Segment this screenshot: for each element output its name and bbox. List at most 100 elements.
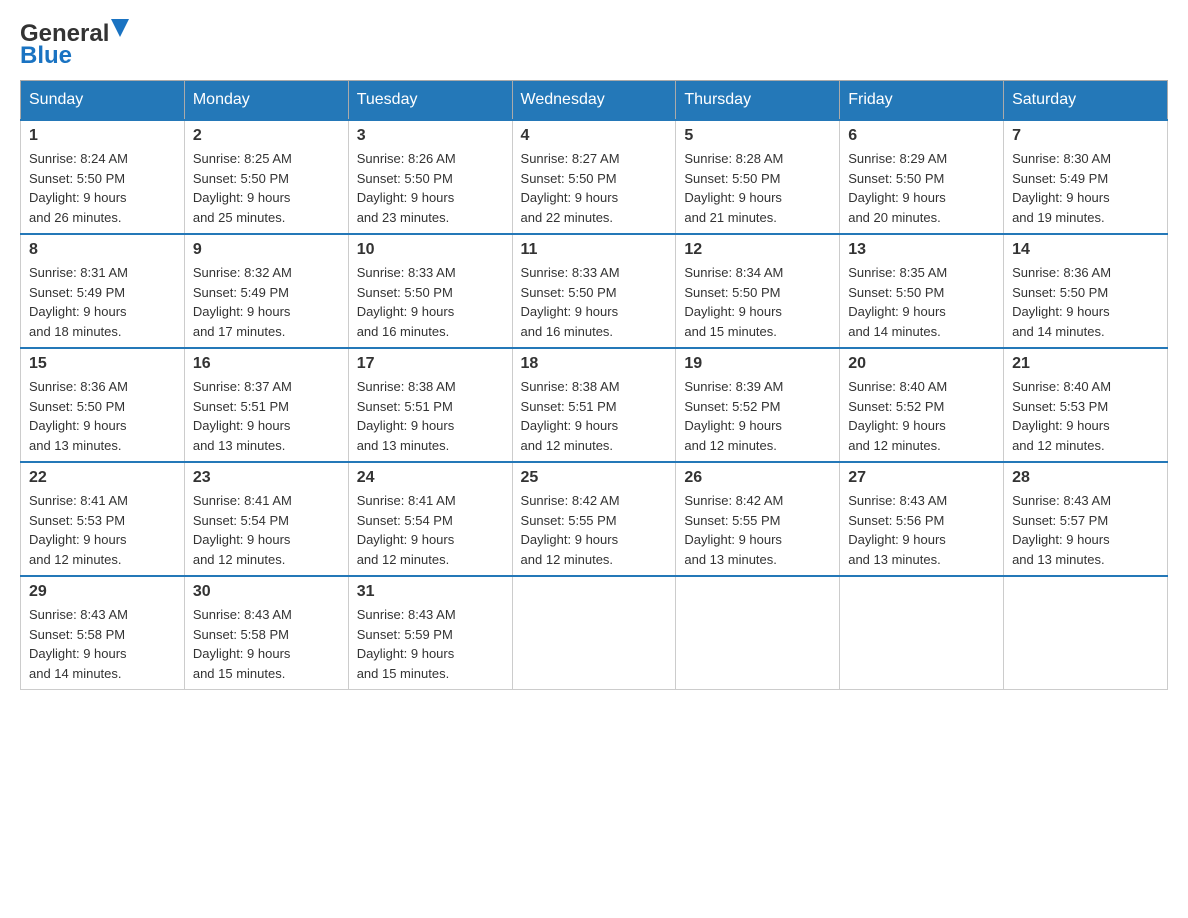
calendar-cell: 31 Sunrise: 8:43 AMSunset: 5:59 PMDaylig…: [348, 576, 512, 690]
day-info: Sunrise: 8:43 AMSunset: 5:58 PMDaylight:…: [193, 605, 340, 683]
day-info: Sunrise: 8:41 AMSunset: 5:54 PMDaylight:…: [357, 491, 504, 569]
header-sunday: Sunday: [21, 81, 185, 121]
day-info: Sunrise: 8:28 AMSunset: 5:50 PMDaylight:…: [684, 149, 831, 227]
day-info: Sunrise: 8:38 AMSunset: 5:51 PMDaylight:…: [357, 377, 504, 455]
day-info: Sunrise: 8:40 AMSunset: 5:52 PMDaylight:…: [848, 377, 995, 455]
calendar-cell: 28 Sunrise: 8:43 AMSunset: 5:57 PMDaylig…: [1004, 462, 1168, 576]
day-number: 19: [684, 355, 831, 373]
calendar-cell: [1004, 576, 1168, 690]
day-info: Sunrise: 8:27 AMSunset: 5:50 PMDaylight:…: [521, 149, 668, 227]
day-info: Sunrise: 8:41 AMSunset: 5:53 PMDaylight:…: [29, 491, 176, 569]
header-wednesday: Wednesday: [512, 81, 676, 121]
day-info: Sunrise: 8:37 AMSunset: 5:51 PMDaylight:…: [193, 377, 340, 455]
day-info: Sunrise: 8:43 AMSunset: 5:57 PMDaylight:…: [1012, 491, 1159, 569]
day-number: 18: [521, 355, 668, 373]
day-info: Sunrise: 8:41 AMSunset: 5:54 PMDaylight:…: [193, 491, 340, 569]
day-number: 6: [848, 127, 995, 145]
day-number: 16: [193, 355, 340, 373]
calendar-cell: 26 Sunrise: 8:42 AMSunset: 5:55 PMDaylig…: [676, 462, 840, 576]
day-info: Sunrise: 8:24 AMSunset: 5:50 PMDaylight:…: [29, 149, 176, 227]
day-info: Sunrise: 8:34 AMSunset: 5:50 PMDaylight:…: [684, 263, 831, 341]
day-info: Sunrise: 8:36 AMSunset: 5:50 PMDaylight:…: [29, 377, 176, 455]
calendar-cell: 20 Sunrise: 8:40 AMSunset: 5:52 PMDaylig…: [840, 348, 1004, 462]
day-number: 28: [1012, 469, 1159, 487]
week-row-4: 22 Sunrise: 8:41 AMSunset: 5:53 PMDaylig…: [21, 462, 1168, 576]
logo: General Blue: [20, 20, 129, 70]
day-info: Sunrise: 8:38 AMSunset: 5:51 PMDaylight:…: [521, 377, 668, 455]
header-monday: Monday: [184, 81, 348, 121]
calendar-cell: 13 Sunrise: 8:35 AMSunset: 5:50 PMDaylig…: [840, 234, 1004, 348]
calendar-cell: 18 Sunrise: 8:38 AMSunset: 5:51 PMDaylig…: [512, 348, 676, 462]
calendar-cell: 2 Sunrise: 8:25 AMSunset: 5:50 PMDayligh…: [184, 120, 348, 234]
day-number: 29: [29, 583, 176, 601]
day-number: 13: [848, 241, 995, 259]
header-tuesday: Tuesday: [348, 81, 512, 121]
day-number: 26: [684, 469, 831, 487]
day-number: 20: [848, 355, 995, 373]
day-info: Sunrise: 8:29 AMSunset: 5:50 PMDaylight:…: [848, 149, 995, 227]
week-row-1: 1 Sunrise: 8:24 AMSunset: 5:50 PMDayligh…: [21, 120, 1168, 234]
day-info: Sunrise: 8:35 AMSunset: 5:50 PMDaylight:…: [848, 263, 995, 341]
day-number: 2: [193, 127, 340, 145]
day-info: Sunrise: 8:36 AMSunset: 5:50 PMDaylight:…: [1012, 263, 1159, 341]
day-info: Sunrise: 8:42 AMSunset: 5:55 PMDaylight:…: [684, 491, 831, 569]
week-row-5: 29 Sunrise: 8:43 AMSunset: 5:58 PMDaylig…: [21, 576, 1168, 690]
day-number: 25: [521, 469, 668, 487]
day-info: Sunrise: 8:33 AMSunset: 5:50 PMDaylight:…: [357, 263, 504, 341]
day-number: 31: [357, 583, 504, 601]
logo-blue-text: Blue: [20, 42, 72, 70]
day-info: Sunrise: 8:33 AMSunset: 5:50 PMDaylight:…: [521, 263, 668, 341]
calendar-cell: 23 Sunrise: 8:41 AMSunset: 5:54 PMDaylig…: [184, 462, 348, 576]
day-number: 30: [193, 583, 340, 601]
calendar-cell: 17 Sunrise: 8:38 AMSunset: 5:51 PMDaylig…: [348, 348, 512, 462]
week-row-2: 8 Sunrise: 8:31 AMSunset: 5:49 PMDayligh…: [21, 234, 1168, 348]
calendar-cell: 29 Sunrise: 8:43 AMSunset: 5:58 PMDaylig…: [21, 576, 185, 690]
calendar-cell: 4 Sunrise: 8:27 AMSunset: 5:50 PMDayligh…: [512, 120, 676, 234]
day-info: Sunrise: 8:43 AMSunset: 5:59 PMDaylight:…: [357, 605, 504, 683]
day-info: Sunrise: 8:31 AMSunset: 5:49 PMDaylight:…: [29, 263, 176, 341]
calendar-cell: 7 Sunrise: 8:30 AMSunset: 5:49 PMDayligh…: [1004, 120, 1168, 234]
day-number: 10: [357, 241, 504, 259]
day-info: Sunrise: 8:26 AMSunset: 5:50 PMDaylight:…: [357, 149, 504, 227]
logo-triangle-icon: [111, 19, 129, 37]
calendar-cell: [840, 576, 1004, 690]
day-number: 27: [848, 469, 995, 487]
calendar-cell: 16 Sunrise: 8:37 AMSunset: 5:51 PMDaylig…: [184, 348, 348, 462]
day-info: Sunrise: 8:39 AMSunset: 5:52 PMDaylight:…: [684, 377, 831, 455]
calendar-cell: 8 Sunrise: 8:31 AMSunset: 5:49 PMDayligh…: [21, 234, 185, 348]
page-header: General Blue: [20, 20, 1168, 70]
calendar-table: SundayMondayTuesdayWednesdayThursdayFrid…: [20, 80, 1168, 690]
day-number: 21: [1012, 355, 1159, 373]
day-number: 17: [357, 355, 504, 373]
calendar-cell: [512, 576, 676, 690]
calendar-cell: 27 Sunrise: 8:43 AMSunset: 5:56 PMDaylig…: [840, 462, 1004, 576]
day-info: Sunrise: 8:30 AMSunset: 5:49 PMDaylight:…: [1012, 149, 1159, 227]
calendar-cell: 9 Sunrise: 8:32 AMSunset: 5:49 PMDayligh…: [184, 234, 348, 348]
day-number: 15: [29, 355, 176, 373]
day-number: 22: [29, 469, 176, 487]
day-info: Sunrise: 8:40 AMSunset: 5:53 PMDaylight:…: [1012, 377, 1159, 455]
calendar-cell: 3 Sunrise: 8:26 AMSunset: 5:50 PMDayligh…: [348, 120, 512, 234]
calendar-cell: 24 Sunrise: 8:41 AMSunset: 5:54 PMDaylig…: [348, 462, 512, 576]
day-number: 4: [521, 127, 668, 145]
day-number: 9: [193, 241, 340, 259]
week-row-3: 15 Sunrise: 8:36 AMSunset: 5:50 PMDaylig…: [21, 348, 1168, 462]
day-number: 7: [1012, 127, 1159, 145]
day-info: Sunrise: 8:42 AMSunset: 5:55 PMDaylight:…: [521, 491, 668, 569]
calendar-cell: 30 Sunrise: 8:43 AMSunset: 5:58 PMDaylig…: [184, 576, 348, 690]
calendar-cell: 5 Sunrise: 8:28 AMSunset: 5:50 PMDayligh…: [676, 120, 840, 234]
calendar-cell: 12 Sunrise: 8:34 AMSunset: 5:50 PMDaylig…: [676, 234, 840, 348]
calendar-cell: 19 Sunrise: 8:39 AMSunset: 5:52 PMDaylig…: [676, 348, 840, 462]
day-info: Sunrise: 8:25 AMSunset: 5:50 PMDaylight:…: [193, 149, 340, 227]
header-saturday: Saturday: [1004, 81, 1168, 121]
day-number: 1: [29, 127, 176, 145]
header-thursday: Thursday: [676, 81, 840, 121]
calendar-cell: 11 Sunrise: 8:33 AMSunset: 5:50 PMDaylig…: [512, 234, 676, 348]
day-number: 3: [357, 127, 504, 145]
day-number: 24: [357, 469, 504, 487]
day-info: Sunrise: 8:32 AMSunset: 5:49 PMDaylight:…: [193, 263, 340, 341]
calendar-cell: [676, 576, 840, 690]
calendar-cell: 25 Sunrise: 8:42 AMSunset: 5:55 PMDaylig…: [512, 462, 676, 576]
day-number: 8: [29, 241, 176, 259]
day-number: 14: [1012, 241, 1159, 259]
